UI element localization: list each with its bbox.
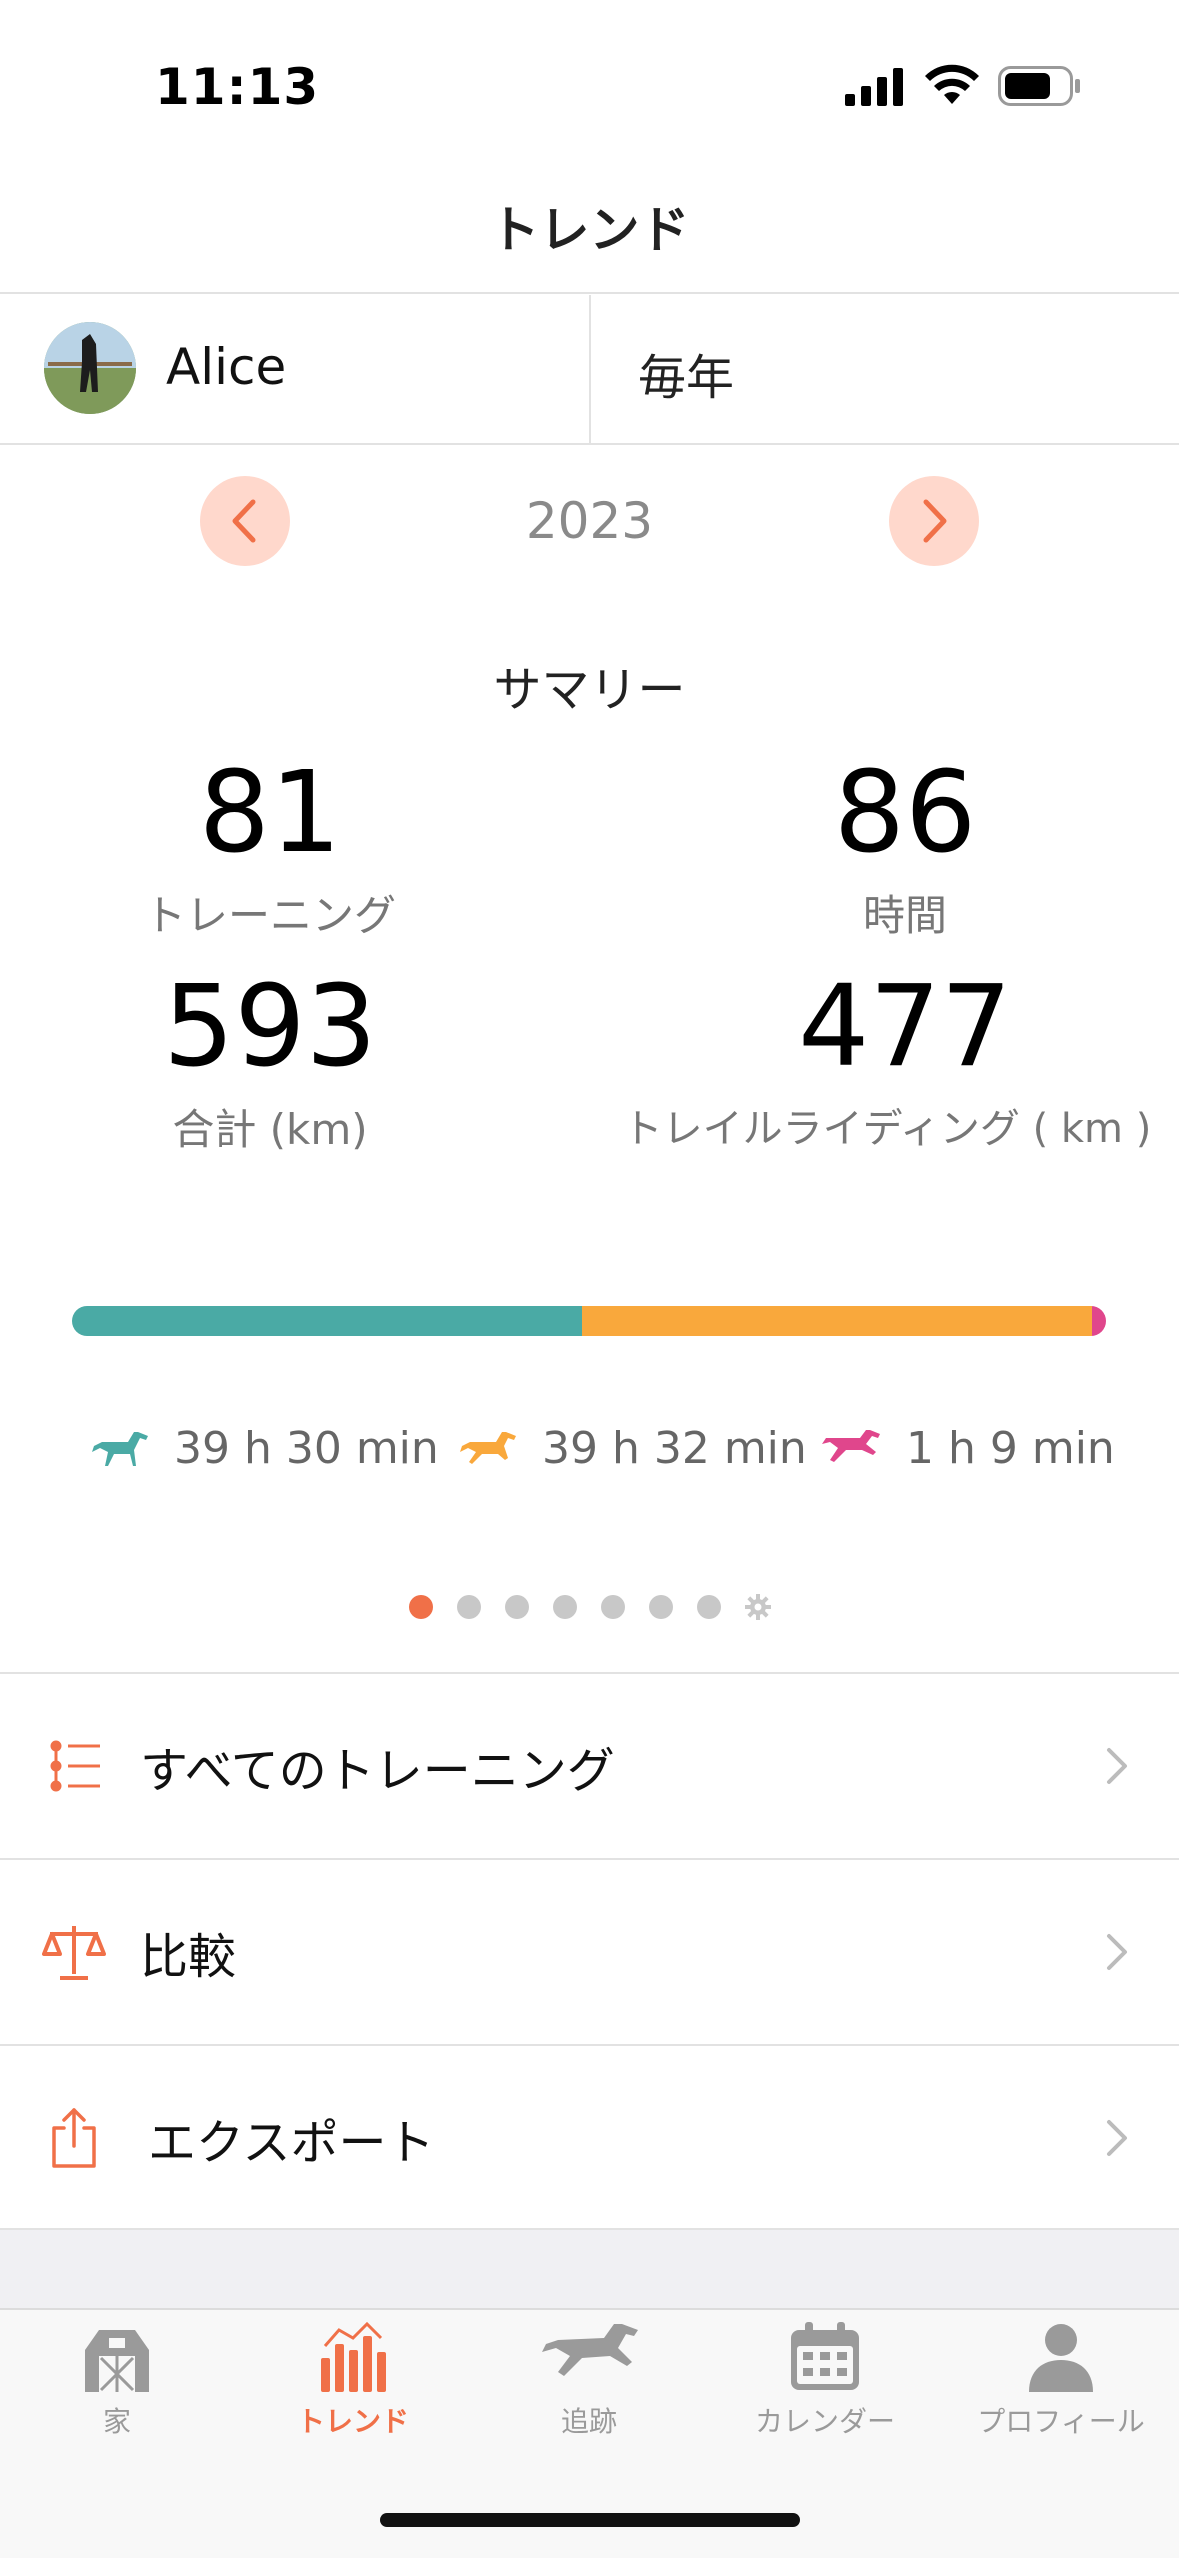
legend-trot: 39 h 32 min <box>456 1418 807 1478</box>
calendar-icon <box>791 2322 859 2390</box>
tab-home[interactable]: 家 <box>17 2318 217 2440</box>
year-label: 2023 <box>525 492 654 550</box>
chevron-right-icon <box>1107 1748 1127 1784</box>
trot-segment <box>581 1306 1092 1336</box>
horse-gallop-icon <box>822 1430 880 1462</box>
stat-total-km-value: 593 <box>163 962 377 1092</box>
page-dot[interactable] <box>696 1595 721 1619</box>
tab-profile-label: プロフィール <box>977 2405 1145 2438</box>
barn-icon <box>85 2330 149 2392</box>
export-label: エクスポート <box>148 2115 435 2171</box>
page-indicator[interactable] <box>0 1594 1179 1620</box>
tab-track-label: 追跡 <box>560 2405 617 2438</box>
tab-home-label: 家 <box>102 2405 131 2438</box>
stat-trail-km-label: トレイルライディング ( km ) <box>622 1106 1152 1152</box>
page-dot[interactable] <box>408 1595 433 1619</box>
chevron-right-icon <box>923 499 947 543</box>
chevron-right-icon <box>1107 1934 1127 1970</box>
page-title: トレンド <box>489 201 690 259</box>
gait-distribution-bar <box>72 1306 1106 1336</box>
divider <box>0 443 1179 445</box>
spacer <box>0 2230 1179 2310</box>
tab-profile[interactable]: プロフィール <box>961 2318 1161 2440</box>
legend-trot-text: 39 h 32 min <box>542 1422 807 1474</box>
list-icon <box>50 1740 100 1792</box>
divider <box>0 292 1179 294</box>
avatar[interactable] <box>44 322 136 414</box>
walk-segment <box>72 1306 582 1336</box>
chevron-right-icon <box>1107 2120 1127 2156</box>
page-dot[interactable] <box>600 1595 625 1619</box>
summary-title: サマリー <box>493 662 686 718</box>
next-year-button[interactable] <box>889 476 979 566</box>
signal-icon <box>845 68 905 110</box>
bar-chart-icon <box>321 2321 386 2392</box>
divider <box>589 295 591 443</box>
tab-calendar-label: カレンダー <box>754 2405 895 2438</box>
share-icon <box>52 2108 96 2168</box>
legend-walk-text: 39 h 30 min <box>174 1422 439 1474</box>
stat-hours-label: 時間 <box>862 891 947 940</box>
horse-trot-icon <box>460 1432 516 1464</box>
tab-trends[interactable]: トレンド <box>253 2318 453 2440</box>
gallop-segment <box>1091 1306 1106 1336</box>
page-dot[interactable] <box>552 1595 577 1619</box>
all-trainings-row[interactable]: すべてのトレーニング <box>0 1674 1179 1858</box>
stat-trainings-value: 81 <box>198 748 342 878</box>
stat-total-km-label: 合計 (km) <box>172 1105 368 1154</box>
page-dot[interactable] <box>504 1595 529 1619</box>
tab-calendar[interactable]: カレンダー <box>725 2318 925 2440</box>
stat-trainings-label: トレーニング <box>143 891 396 940</box>
home-indicator <box>380 2513 800 2527</box>
wifi-icon <box>925 64 979 110</box>
compare-label: 比較 <box>140 1929 237 1985</box>
legend-gallop: 1 h 9 min <box>820 1418 1115 1478</box>
page-dot[interactable] <box>456 1595 481 1619</box>
horse-walk-icon <box>92 1432 148 1466</box>
balance-scale-icon <box>42 1926 106 1980</box>
status-time: 11:13 <box>155 58 320 116</box>
all-trainings-label: すべてのトレーニング <box>140 1743 615 1799</box>
page-dot[interactable] <box>648 1595 673 1619</box>
tab-trends-label: トレンド <box>296 2405 409 2438</box>
running-horse-icon <box>542 2324 638 2376</box>
legend-walk: 39 h 30 min <box>88 1418 439 1478</box>
tab-track[interactable]: 追跡 <box>489 2318 689 2440</box>
compare-row[interactable]: 比較 <box>0 1860 1179 2044</box>
export-row[interactable]: エクスポート <box>0 2046 1179 2230</box>
battery-icon <box>998 66 1082 110</box>
stat-hours-value: 86 <box>833 748 977 878</box>
stat-trail-km-value: 477 <box>798 962 1012 1092</box>
period-selector[interactable]: 毎年 <box>638 338 734 408</box>
legend-gallop-text: 1 h 9 min <box>906 1422 1115 1474</box>
person-icon <box>1029 2324 1093 2392</box>
settings-gear-icon[interactable] <box>744 1594 771 1620</box>
profile-name[interactable]: Alice <box>166 338 286 396</box>
